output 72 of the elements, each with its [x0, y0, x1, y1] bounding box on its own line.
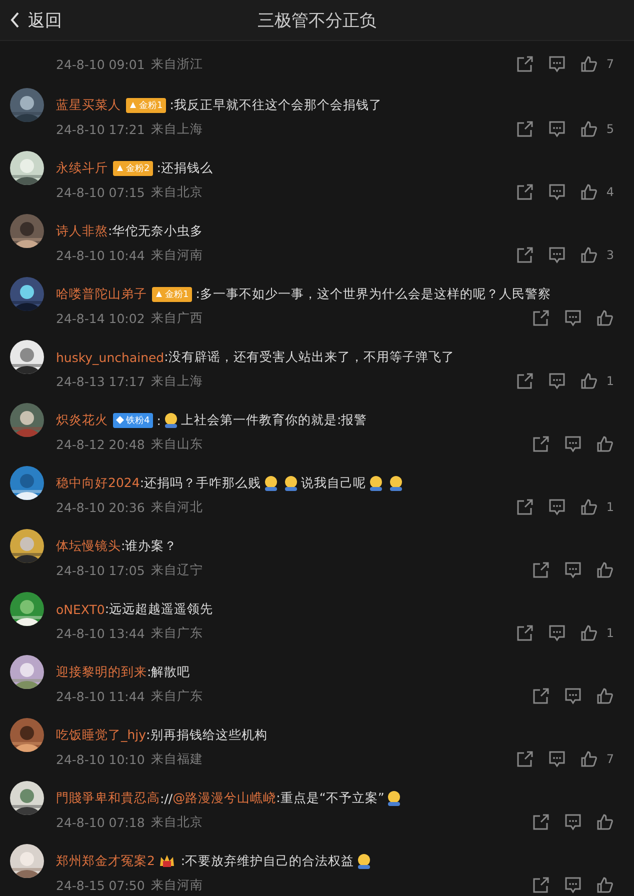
comment-location: 来自河北: [150, 498, 203, 516]
comment-text: :不要放弃维护自己的合法权益: [180, 852, 354, 870]
comment-time: 24-8-13 17:17: [56, 374, 145, 388]
comment-text: :我反正早就不往这个会那个会捐钱了: [170, 96, 382, 114]
comment-time: 24-8-10 17:05: [56, 562, 145, 578]
comment-text: :远远超越遥遥领先: [104, 600, 214, 618]
user-name[interactable]: 诗人非熬: [56, 222, 108, 240]
comment-text: :: [156, 412, 161, 428]
comment-text: :华佗无奈小虫多: [108, 222, 204, 240]
user-name[interactable]: 郑州郑金才冤案2: [56, 852, 155, 870]
like-count: 1: [606, 626, 614, 640]
like-count: 1: [606, 374, 614, 388]
comment-time: 24-8-10 13:44: [56, 626, 145, 640]
fan-badge: 金粉2: [113, 160, 153, 176]
user-name[interactable]: 稳中向好2024: [56, 474, 140, 492]
comment-time: 24-8-10 20:36: [56, 500, 145, 514]
user-name[interactable]: 吃饭睡觉了_hjy: [56, 726, 146, 744]
page-title: 三极管不分正负: [258, 10, 376, 32]
comment-time: 24-8-10 11:44: [56, 688, 145, 704]
user-name[interactable]: 蓝星买菜人: [56, 96, 121, 114]
like-count: 5: [606, 122, 614, 136]
comment-location: 来自河南: [150, 246, 203, 264]
fan-badge: 金粉1: [126, 98, 166, 112]
user-name[interactable]: 永续斗斤: [56, 160, 108, 176]
user-name[interactable]: husky_unchained: [56, 350, 164, 364]
user-name[interactable]: 門賤爭卑和貴忍高: [56, 790, 160, 806]
comment-text: :谁办案？: [121, 538, 178, 554]
comment-text: :多一事不如少一事，这个世界为什么会是这样的呢？人民警察: [196, 286, 551, 302]
comment-time: 24-8-10 17:21: [56, 122, 145, 136]
like-count: 7: [606, 57, 614, 71]
like-count: 7: [606, 752, 614, 766]
comment-time: 24-8-15 07:50: [56, 878, 145, 892]
comment-location: 来自河南: [150, 876, 203, 894]
user-name[interactable]: 炽炎花火: [56, 412, 108, 428]
comment-text: 说我自己呢: [301, 474, 366, 492]
comment-location: 来自辽宁: [150, 562, 203, 578]
comment-text: :还捐钱么: [156, 160, 213, 176]
like-count: 4: [606, 185, 614, 199]
like-count: 3: [606, 248, 614, 262]
comment-text: :没有辟谣，还有受害人站出来了，不用等子弹飞了: [164, 348, 454, 366]
comment-location: 来自广东: [150, 688, 203, 704]
comment-time: 24-8-10 09:01: [56, 56, 145, 72]
mention-link[interactable]: @路漫漫兮山嶕峣: [172, 790, 276, 806]
user-name[interactable]: 哈喽普陀山弟子: [56, 286, 147, 302]
comment-location: 来自浙江: [150, 56, 203, 72]
comment-text: ://: [160, 790, 173, 806]
comment-location: 来自福建: [150, 750, 203, 768]
comment-location: 来自北京: [150, 184, 203, 200]
user-name[interactable]: 体坛慢镜头: [56, 538, 121, 554]
comment-location: 来自广西: [150, 310, 203, 326]
comment-location: 来自山东: [150, 436, 203, 452]
comment-text: 上社会第一件教育你的就是:报警: [180, 412, 368, 428]
fan-badge: 铁粉4: [113, 412, 153, 428]
comment-location: 来自北京: [150, 814, 203, 830]
comment-time: 24-8-12 20:48: [56, 436, 145, 452]
fan-badge: 金粉1: [152, 286, 192, 302]
comment-location: 来自广东: [150, 624, 203, 642]
comment-time: 24-8-10 07:18: [56, 814, 145, 830]
comment-text: :还捐吗？手咋那么贱: [140, 474, 262, 492]
comment-text: :别再捐钱给这些机构: [146, 726, 268, 744]
comment-time: 24-8-10 07:15: [56, 184, 145, 200]
comment-text: :解散吧: [147, 664, 190, 680]
back-button[interactable]: 返回: [0, 8, 62, 32]
comment-time: 24-8-10 10:44: [56, 248, 145, 262]
comment-location: 来自上海: [150, 372, 203, 390]
like-count: 1: [606, 500, 614, 514]
comment-location: 来自上海: [150, 120, 203, 138]
user-name[interactable]: 迎接黎明的到来: [56, 664, 147, 680]
comment-time: 24-8-10 10:10: [56, 752, 145, 766]
user-name[interactable]: oNEXT0: [56, 602, 105, 616]
comment-text: :重点是“不予立案”: [276, 790, 384, 806]
comment-time: 24-8-14 10:02: [56, 310, 145, 326]
